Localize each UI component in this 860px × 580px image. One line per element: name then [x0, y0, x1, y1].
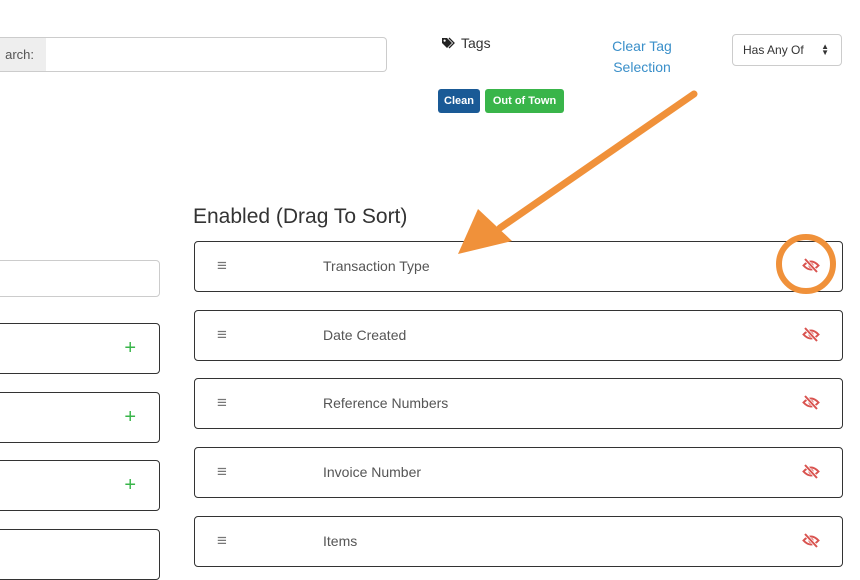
annotation-arrow-shaft: [496, 90, 698, 232]
search-input[interactable]: [46, 37, 387, 72]
enabled-row-label: Date Created: [323, 327, 407, 343]
available-field-item[interactable]: +: [0, 460, 160, 511]
plus-icon[interactable]: +: [124, 405, 136, 429]
enabled-row[interactable]: ≡ Transaction Type: [194, 241, 843, 292]
available-fields-filter[interactable]: [0, 260, 160, 297]
search-label: arch:: [0, 37, 47, 72]
eye-slash-icon[interactable]: [802, 533, 820, 548]
tags-heading: Tags: [441, 35, 491, 51]
enabled-row-label: Reference Numbers: [323, 395, 449, 411]
enabled-row-label: Items: [323, 533, 358, 549]
tag-badge-out-of-town[interactable]: Out of Town: [485, 89, 564, 113]
enabled-row[interactable]: ≡ Date Created: [194, 310, 843, 361]
drag-handle-icon[interactable]: ≡: [217, 257, 227, 275]
available-field-item[interactable]: +: [0, 323, 160, 374]
available-field-item[interactable]: [0, 529, 160, 580]
available-field-item[interactable]: +: [0, 392, 160, 443]
eye-slash-icon[interactable]: [802, 327, 820, 342]
drag-handle-icon[interactable]: ≡: [217, 463, 227, 481]
tag-match-value: Has Any Of: [743, 43, 804, 57]
tag-match-select[interactable]: Has Any Of ▲ ▼: [732, 34, 842, 66]
sort-caret-icon: ▲ ▼: [821, 42, 829, 57]
eye-slash-icon[interactable]: [802, 395, 820, 410]
enabled-heading: Enabled (Drag To Sort): [193, 205, 408, 228]
enabled-row[interactable]: ≡ Reference Numbers: [194, 378, 843, 429]
enabled-row[interactable]: ≡ Items: [194, 516, 843, 567]
enabled-row-label: Invoice Number: [323, 464, 422, 480]
enabled-row[interactable]: ≡ Invoice Number: [194, 447, 843, 498]
tag-icon: [441, 37, 456, 50]
clear-tag-selection-link[interactable]: Clear Tag Selection: [596, 36, 688, 78]
eye-slash-icon[interactable]: [802, 464, 820, 479]
drag-handle-icon[interactable]: ≡: [217, 532, 227, 550]
tag-badge-clean[interactable]: Clean: [438, 89, 480, 113]
plus-icon[interactable]: +: [124, 336, 136, 360]
enabled-row-label: Transaction Type: [323, 258, 430, 274]
drag-handle-icon[interactable]: ≡: [217, 394, 227, 412]
eye-slash-icon[interactable]: [802, 258, 820, 273]
drag-handle-icon[interactable]: ≡: [217, 326, 227, 344]
plus-icon[interactable]: +: [124, 473, 136, 497]
tags-heading-label: Tags: [461, 35, 491, 51]
